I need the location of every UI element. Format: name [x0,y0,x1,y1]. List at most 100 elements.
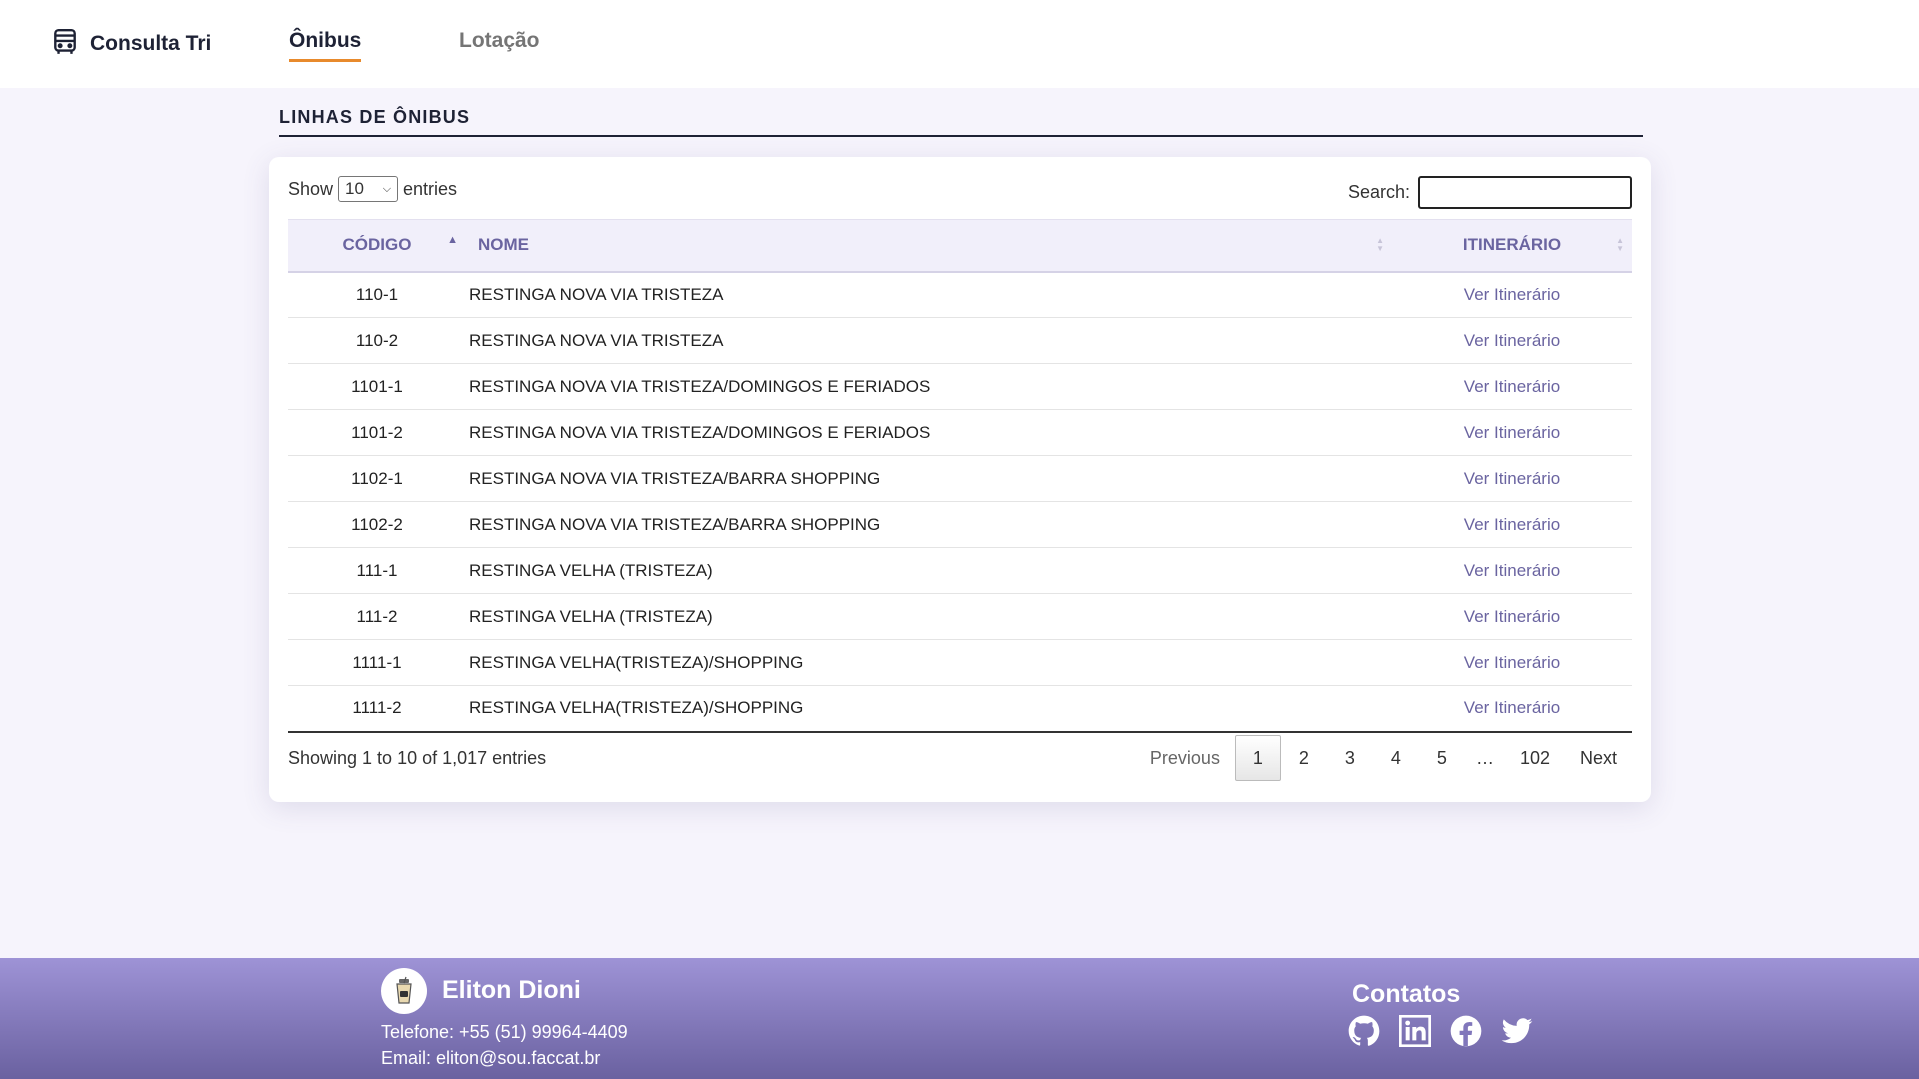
linkedin-icon[interactable] [1399,1015,1431,1047]
entries-label: entries [403,178,458,199]
column-label: NOME [478,235,529,255]
cell-itinerary: Ver Itinerário [1392,272,1632,318]
social-links [1348,1015,1533,1047]
cell-name: RESTINGA VELHA(TRISTEZA)/SHOPPING [469,652,804,672]
ver-itinerario-link[interactable]: Ver Itinerário [1464,515,1560,534]
sort-asc-icon: ▲ [447,234,458,247]
pagination: Previous 1 2 3 4 5 … 102 Next [1135,735,1632,781]
column-header-codigo[interactable]: CÓDIGO ▲ [288,220,466,272]
facebook-icon[interactable] [1450,1015,1482,1047]
cell-code: 1102-1 [351,468,403,488]
search-label: Search: [1347,182,1410,202]
email-text: Email: eliton@sou.faccat.br [381,1048,601,1068]
cell-name: RESTINGA NOVA VIA TRISTEZA [469,330,724,350]
search-control: Search: [1348,176,1632,209]
cell-itinerary: Ver Itinerário [1392,640,1632,686]
cell-code: 1111-1 [352,652,402,672]
bus-lines-table: CÓDIGO ▲ NOME ▲ ▼ ITINERÁRIO ▲ ▼ 110-1 RES… [288,219,1632,733]
ver-itinerario-link[interactable]: Ver Itinerário [1464,698,1560,717]
search-input[interactable] [1418,176,1632,209]
cell-itinerary: Ver Itinerário [1392,364,1632,410]
cell-name: RESTINGA VELHA (TRISTEZA) [469,606,713,626]
page-length-value: 10 [345,179,364,198]
avatar [381,968,427,1014]
page-button-3[interactable]: 3 [1327,735,1373,781]
ver-itinerario-link[interactable]: Ver Itinerário [1464,377,1560,396]
phone-text: Telefone: +55 (51) 99964-4409 [381,1022,628,1042]
brand-title: Consulta Tri [90,32,212,55]
cell-itinerary: Ver Itinerário [1392,318,1632,364]
column-header-nome[interactable]: NOME ▲ ▼ [466,220,1392,272]
drink-icon [396,976,412,1004]
section-title: LINHAS DE ÔNIBUS [279,107,1643,137]
sort-both-icon: ▲ ▼ [1616,236,1624,254]
column-label: ITINERÁRIO [1462,235,1562,255]
previous-page-button[interactable]: Previous [1135,735,1235,781]
show-label: Show [288,178,334,199]
cell-name: RESTINGA NOVA VIA TRISTEZA [469,284,724,304]
cell-code: 1101-1 [351,376,403,396]
page-button-2[interactable]: 2 [1281,735,1327,781]
page-length-control: Show 10 ⌵ entries [288,176,457,202]
table-row: 1101-2 RESTINGA NOVA VIA TRISTEZA/DOMING… [288,410,1632,456]
github-icon[interactable] [1348,1015,1380,1047]
ver-itinerario-link[interactable]: Ver Itinerário [1464,285,1560,304]
table-info: Showing 1 to 10 of 1,017 entries [288,748,547,768]
ver-itinerario-link[interactable]: Ver Itinerário [1464,469,1560,488]
table-header-row: CÓDIGO ▲ NOME ▲ ▼ ITINERÁRIO ▲ ▼ [288,219,1632,272]
cell-code: 110-2 [355,330,399,350]
brand[interactable]: Consulta Tri [52,28,211,60]
table-row: 1111-1 RESTINGA VELHA(TRISTEZA)/SHOPPING… [288,640,1632,686]
cell-code: 1101-2 [351,422,403,442]
cell-code: 111-2 [356,606,398,626]
column-label: CÓDIGO [342,235,412,255]
ver-itinerario-link[interactable]: Ver Itinerário [1464,423,1560,442]
table-row: 1102-2 RESTINGA NOVA VIA TRISTEZA/BARRA … [288,502,1632,548]
table-row: 111-1 RESTINGA VELHA (TRISTEZA) Ver Itin… [288,548,1632,594]
bus-icon [52,28,78,61]
cell-code: 1111-2 [352,698,402,718]
page-footer: Eliton Dioni Telefone: +55 (51) 99964-44… [0,958,1919,1079]
table-row: 1101-1 RESTINGA NOVA VIA TRISTEZA/DOMING… [288,364,1632,410]
twitter-icon[interactable] [1501,1015,1533,1047]
cell-name: RESTINGA VELHA(TRISTEZA)/SHOPPING [469,698,804,718]
cell-name: RESTINGA NOVA VIA TRISTEZA/BARRA SHOPPIN… [469,468,881,488]
cell-name: RESTINGA NOVA VIA TRISTEZA/DOMINGOS E FE… [469,376,931,396]
author-name: Eliton Dioni [442,976,581,1004]
cell-name: RESTINGA NOVA VIA TRISTEZA/BARRA SHOPPIN… [469,514,881,534]
table-row: 1102-1 RESTINGA NOVA VIA TRISTEZA/BARRA … [288,456,1632,502]
table-row: 110-2 RESTINGA NOVA VIA TRISTEZA Ver Iti… [288,318,1632,364]
table-row: 1111-2 RESTINGA VELHA(TRISTEZA)/SHOPPING… [288,686,1632,732]
chevron-down-icon: ⌵ [382,182,392,195]
tab-onibus[interactable]: Ônibus [289,29,362,62]
page-button-1[interactable]: 1 [1234,735,1281,781]
table-row: 111-2 RESTINGA VELHA (TRISTEZA) Ver Itin… [288,594,1632,640]
ver-itinerario-link[interactable]: Ver Itinerário [1464,561,1560,580]
next-page-button[interactable]: Next [1565,735,1632,781]
cell-code: 110-1 [355,284,399,304]
cell-itinerary: Ver Itinerário [1392,686,1632,732]
cell-itinerary: Ver Itinerário [1392,548,1632,594]
cell-itinerary: Ver Itinerário [1392,594,1632,640]
cell-name: RESTINGA NOVA VIA TRISTEZA/DOMINGOS E FE… [469,422,931,442]
pagination-ellipsis: … [1475,747,1494,768]
ver-itinerario-link[interactable]: Ver Itinerário [1464,331,1560,350]
contacts-title: Contatos [1352,980,1461,1008]
page-button-5[interactable]: 5 [1419,735,1465,781]
tab-lotacao[interactable]: Lotação [459,29,540,59]
table-card: Show 10 ⌵ entries Search: CÓDIGO ▲ NOME … [269,157,1651,802]
cell-itinerary: Ver Itinerário [1392,410,1632,456]
column-header-itinerario[interactable]: ITINERÁRIO ▲ ▼ [1392,220,1632,272]
ver-itinerario-link[interactable]: Ver Itinerário [1464,653,1560,672]
page-button-last[interactable]: 102 [1505,735,1565,781]
sort-both-icon: ▲ ▼ [1376,236,1384,254]
cell-code: 1102-2 [351,514,403,534]
table-row: 110-1 RESTINGA NOVA VIA TRISTEZA Ver Iti… [288,272,1632,318]
cell-itinerary: Ver Itinerário [1392,456,1632,502]
top-navbar: Consulta Tri Ônibus Lotação [0,0,1919,88]
page-length-select[interactable]: 10 ⌵ [338,176,399,202]
cell-code: 111-1 [356,560,398,580]
cell-name: RESTINGA VELHA (TRISTEZA) [469,560,713,580]
page-button-4[interactable]: 4 [1373,735,1419,781]
ver-itinerario-link[interactable]: Ver Itinerário [1464,607,1560,626]
